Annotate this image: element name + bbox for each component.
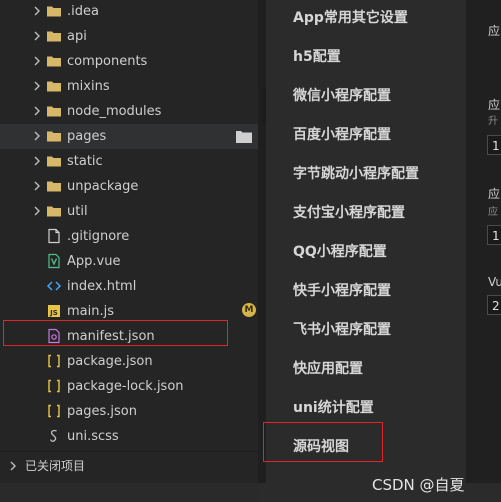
html-file-icon <box>46 278 62 294</box>
config-menu-item[interactable]: 飞书小程序配置 <box>293 318 391 342</box>
folder-icon <box>46 103 62 119</box>
closed-projects-section[interactable]: 已关闭项目 <box>0 453 258 479</box>
tree-folder-item[interactable]: components <box>0 49 258 74</box>
config-menu-item[interactable]: 百度小程序配置 <box>293 123 391 147</box>
tree-file-item[interactable]: App.vue <box>0 249 258 274</box>
tree-item-label: static <box>67 154 103 169</box>
closed-projects-label: 已关闭项目 <box>25 459 86 473</box>
chevron-right-icon <box>34 31 40 41</box>
folder-icon <box>46 203 62 219</box>
tree-item-label: .idea <box>67 4 99 19</box>
tree-folder-item[interactable]: util <box>0 199 258 224</box>
folder-icon <box>46 128 62 144</box>
config-detail-panel: 应 应 升 1 应 应 1 Vu 2 <box>466 0 501 502</box>
tree-item-label: .gitignore <box>67 229 130 244</box>
modified-badge: M <box>242 303 256 317</box>
config-menu-item[interactable]: 微信小程序配置 <box>293 84 391 108</box>
tree-item-label: package.json <box>67 354 153 369</box>
detail-hint-fragment: 应 <box>488 207 498 218</box>
tree-item-label: node_modules <box>67 104 162 119</box>
config-menu-item[interactable]: uni统计配置 <box>293 396 374 420</box>
tree-folder-item[interactable]: mixins <box>0 74 258 99</box>
tree-folder-item[interactable]: api <box>0 24 258 49</box>
json-file-icon <box>46 403 62 419</box>
chevron-right-icon <box>34 131 40 141</box>
tree-item-label: util <box>67 204 88 219</box>
folder-icon <box>46 178 62 194</box>
chevron-right-icon <box>34 156 40 166</box>
manifest-highlight-box <box>3 320 228 346</box>
json-file-icon <box>46 353 62 369</box>
folder-icon <box>46 3 62 19</box>
detail-input-field[interactable]: 1 <box>487 225 501 245</box>
tree-folder-item[interactable]: .idea <box>0 0 258 24</box>
chevron-right-icon <box>34 56 40 66</box>
chevron-right-icon <box>34 106 40 116</box>
detail-input-field[interactable]: 1 <box>487 135 501 155</box>
config-menu-item[interactable]: 支付宝小程序配置 <box>293 201 405 225</box>
detail-label-fragment: 应 <box>488 24 501 38</box>
tree-item-label: App.vue <box>67 254 121 269</box>
svg-text:JS: JS <box>49 309 58 317</box>
detail-input-field[interactable]: 2 <box>487 295 501 315</box>
detail-hint-fragment: 升 <box>488 116 498 127</box>
folder-icon <box>46 53 62 69</box>
config-menu-item[interactable]: App常用其它设置 <box>293 6 408 30</box>
tree-item-label: unpackage <box>67 179 139 194</box>
watermark-text: CSDN @自夏 <box>372 476 465 494</box>
tree-item-label: package-lock.json <box>67 379 184 394</box>
chevron-right-icon <box>34 206 40 216</box>
tree-item-label: pages <box>67 129 107 144</box>
config-menu-item[interactable]: 快手小程序配置 <box>293 279 391 303</box>
tree-file-item[interactable]: package.json <box>0 349 258 374</box>
tree-item-label: index.html <box>67 279 137 294</box>
tree-item-label: api <box>67 29 87 44</box>
chevron-right-icon <box>34 6 40 16</box>
tree-item-label: pages.json <box>67 404 137 419</box>
tree-folder-item[interactable]: unpackage <box>0 174 258 199</box>
bottom-strip-left <box>0 483 258 502</box>
tree-file-item[interactable]: .gitignore <box>0 224 258 249</box>
project-explorer: .idea api components mixins node_modulespage… <box>0 0 258 502</box>
folder-icon <box>46 28 62 44</box>
folder-icon <box>46 153 62 169</box>
tree-folder-item[interactable]: node_modules <box>0 99 258 124</box>
tree-file-item[interactable]: index.html <box>0 274 258 299</box>
manifest-config-menu: App常用其它设置 h5配置微信小程序配置 百度小程序配置字节跳动小程序配置 支付宝小… <box>263 0 466 502</box>
scss-file-icon <box>46 428 62 444</box>
vue-file-icon <box>46 253 62 269</box>
detail-label-fragment: 应 <box>488 98 501 112</box>
explorer-divider <box>0 451 258 452</box>
chevron-right-icon <box>34 81 40 91</box>
tree-item-label: uni.scss <box>67 429 119 444</box>
tree-file-item[interactable]: pages.json <box>0 399 258 424</box>
config-menu-item[interactable]: 快应用配置 <box>293 357 363 381</box>
config-menu-item[interactable]: h5配置 <box>293 45 341 69</box>
detail-label-fragment: Vu <box>488 275 501 289</box>
config-menu-item[interactable]: 字节跳动小程序配置 <box>293 162 419 186</box>
chevron-right-icon <box>34 181 40 191</box>
tree-item-label: components <box>67 54 148 69</box>
chevron-right-icon <box>10 461 16 471</box>
tree-folder-item[interactable]: static <box>0 149 258 174</box>
file-icon <box>46 228 62 244</box>
folder-icon <box>46 78 62 94</box>
tree-item-label: mixins <box>67 79 110 94</box>
tree-file-item[interactable]: uni.scss <box>0 424 258 449</box>
json-file-icon <box>46 378 62 394</box>
source-view-highlight-box <box>263 422 383 462</box>
tree-file-item[interactable]: package-lock.json <box>0 374 258 399</box>
config-menu-item[interactable]: QQ小程序配置 <box>293 240 387 264</box>
new-folder-icon[interactable] <box>236 130 252 143</box>
detail-label-fragment: 应 <box>488 187 501 201</box>
js-file-icon: JS <box>46 303 62 319</box>
tree-folder-item[interactable]: pages <box>0 124 258 149</box>
